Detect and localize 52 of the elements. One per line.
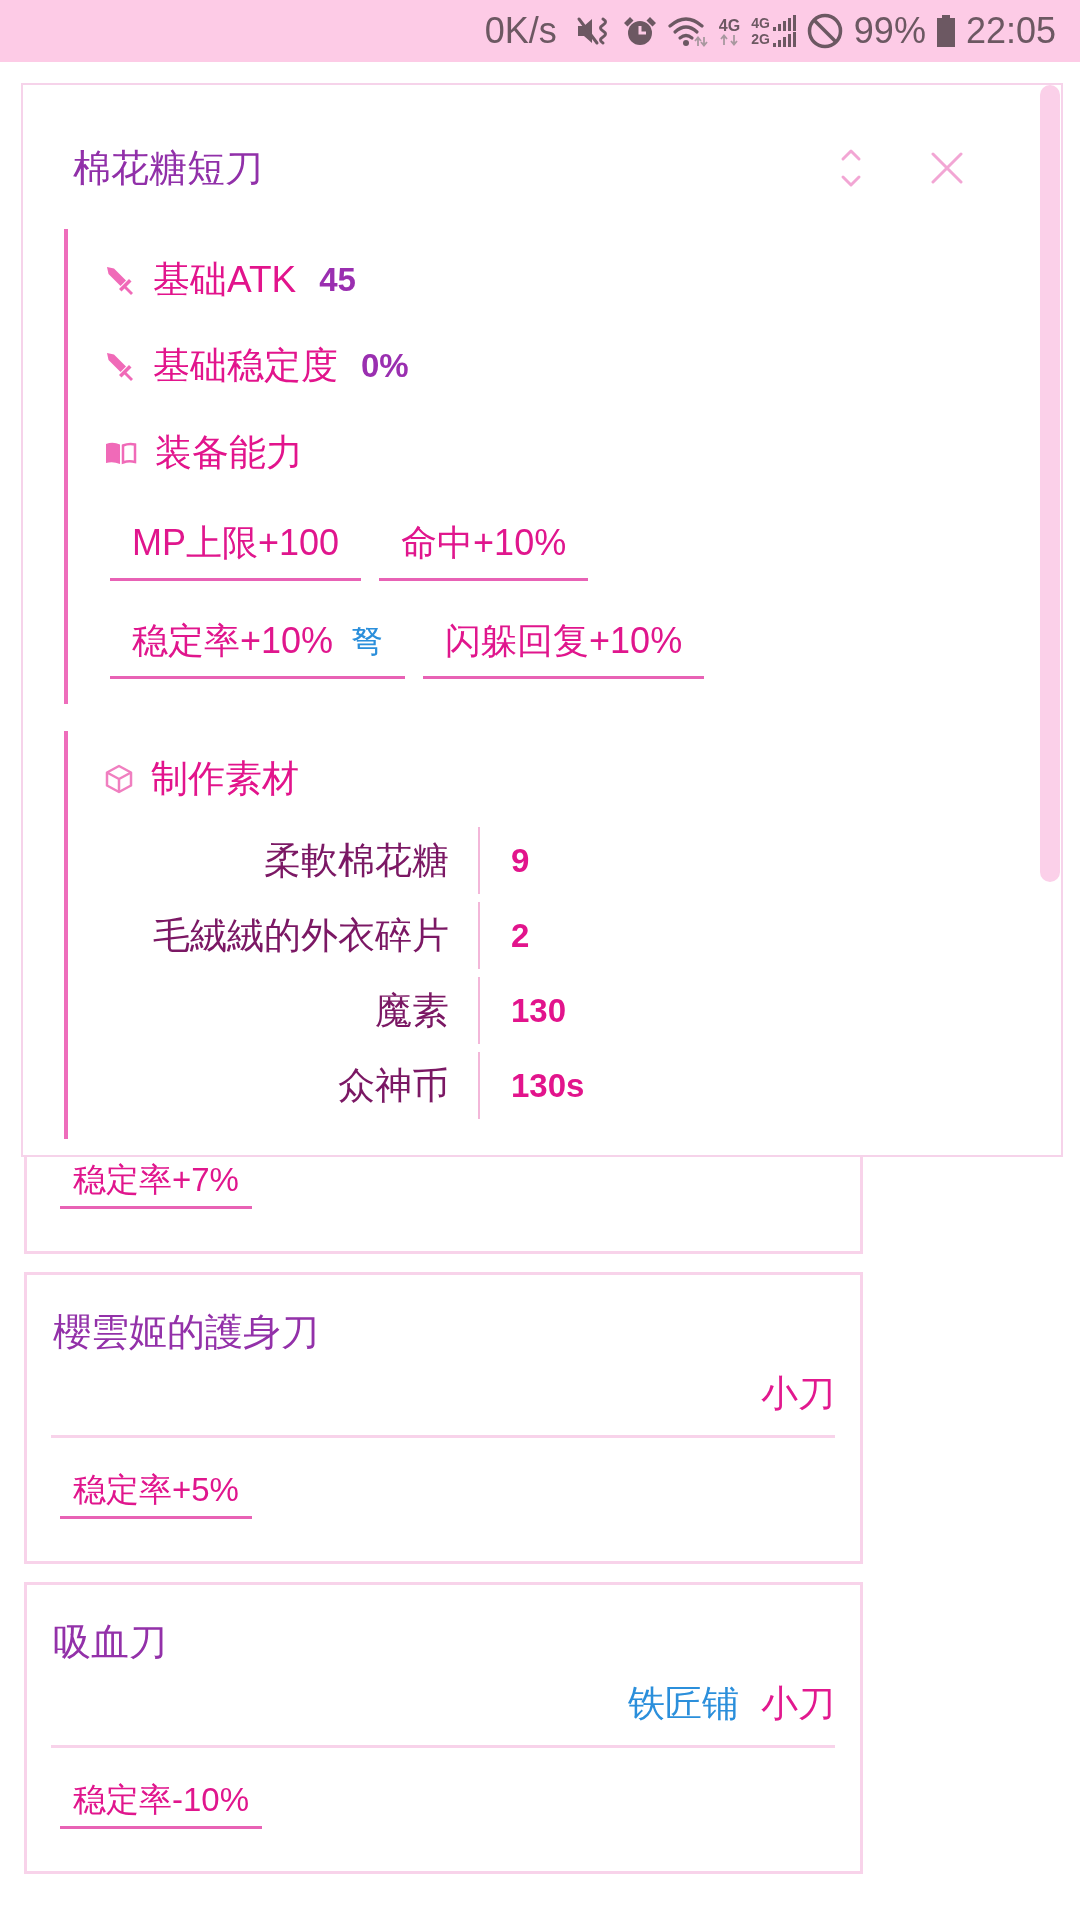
tag-text: 闪躲回复+10% [445, 622, 683, 660]
stat-label: 基础稳定度 [153, 344, 338, 388]
clock: 22:05 [965, 11, 1056, 51]
tag-text: 命中+10% [401, 524, 567, 562]
battery-icon [936, 15, 955, 47]
section-heading: 装备能力 [155, 431, 303, 475]
sword-icon [105, 351, 135, 381]
wifi-icon [667, 15, 708, 47]
battery-percent: 99% [853, 11, 926, 51]
material-name: 魔素 [375, 988, 449, 1033]
item-source: 铁匠铺 [628, 1682, 739, 1726]
close-icon [931, 152, 963, 184]
signal-icon [771, 15, 796, 47]
cube-icon [105, 764, 133, 794]
sort-button[interactable] [840, 148, 862, 188]
tag-text: 稳定率+7% [73, 1161, 239, 1199]
stat-label: 基础ATK [153, 258, 297, 302]
material-amount: 2 [511, 915, 530, 956]
network-type-label: 2G [751, 31, 770, 47]
tag-text: 稳定率+5% [73, 1471, 239, 1509]
material-amount: 9 [511, 840, 530, 881]
alarm-icon [622, 15, 657, 47]
material-name: 众神币 [338, 1063, 449, 1108]
item-type: 小刀 [761, 1682, 835, 1726]
network-type-label: 4G [718, 16, 741, 34]
data-activity-icon [719, 33, 740, 46]
material-amount: 130s [511, 1065, 585, 1106]
book-icon [105, 441, 137, 465]
item-type: 小刀 [761, 1372, 835, 1416]
item-card[interactable]: 吸血刀 铁匠铺 小刀 稳定率-10% [24, 1582, 863, 1874]
stat-value: 0% [361, 346, 409, 386]
tag-text: 稳定率+10% [132, 622, 334, 660]
sort-icon [840, 148, 862, 188]
item-title: 櫻雲姬的護身刀 [52, 1310, 319, 1355]
scrollbar-thumb[interactable] [1040, 85, 1060, 882]
do-not-disturb-icon [806, 13, 843, 49]
close-button[interactable] [931, 152, 963, 184]
tag-text: MP上限+100 [132, 524, 340, 562]
material-name: 柔軟棉花糖 [264, 838, 449, 883]
tag-text: 稳定率-10% [73, 1781, 250, 1819]
network-speed: 0K/s [484, 11, 557, 51]
weapon-type: 弩 [351, 622, 384, 660]
item-title: 吸血刀 [52, 1620, 167, 1665]
network-type-label: 4G [751, 15, 770, 31]
section-heading: 制作素材 [151, 757, 299, 801]
item-card[interactable]: 櫻雲姬的護身刀 小刀 稳定率+5% [24, 1272, 863, 1564]
material-amount: 130 [511, 990, 567, 1031]
popup-title: 棉花糖短刀 [73, 146, 263, 191]
sword-icon [105, 265, 135, 295]
material-name: 毛絨絨的外衣碎片 [153, 913, 449, 958]
stat-value: 45 [319, 260, 356, 300]
item-card[interactable]: 稳定率+7% [24, 1157, 863, 1254]
